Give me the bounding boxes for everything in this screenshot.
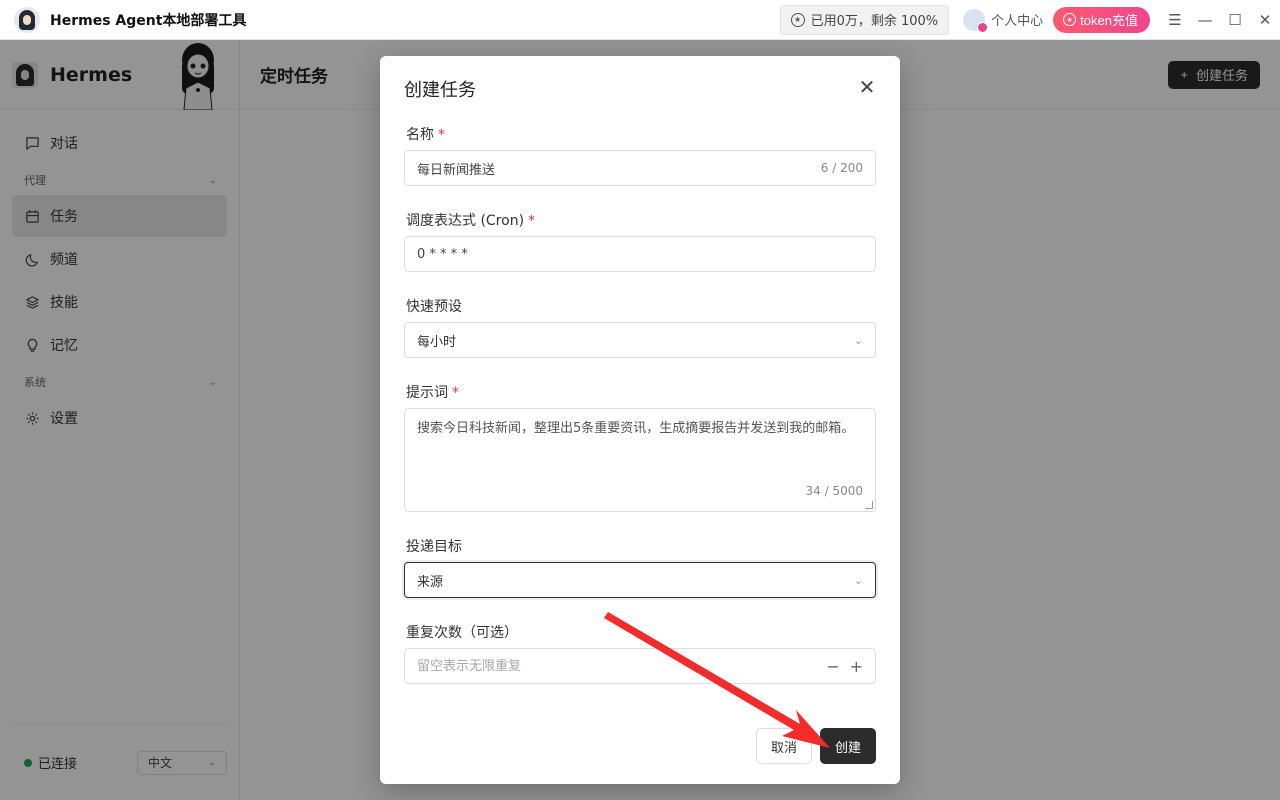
prompt-counter: 34 / 5000 — [805, 484, 863, 498]
chevron-down-icon: ⌄ — [853, 573, 863, 587]
token-recharge-label: token充值 — [1080, 13, 1138, 28]
close-icon[interactable]: ✕ — [856, 75, 878, 99]
repeat-label: 重复次数（可选） — [406, 625, 518, 641]
star-icon: ★ — [1063, 13, 1077, 26]
cron-input[interactable] — [417, 246, 863, 262]
maximize-icon[interactable]: ☐ — [1220, 0, 1250, 40]
menu-icon[interactable]: ☰ — [1160, 0, 1190, 40]
dialog-title: 创建任务 — [404, 80, 476, 101]
plus-icon[interactable]: + — [850, 657, 863, 676]
target-select[interactable]: 来源 ⌄ — [404, 562, 876, 598]
annotation-arrow — [604, 612, 830, 748]
prompt-textarea[interactable]: 搜索今日科技新闻，整理出5条重要资讯，生成摘要报告并发送到我的邮箱。 34 / … — [404, 408, 876, 512]
title-bar-actions: ★ 已用0万，剩余 100% 个人中心 ★ token充值 ☰ — ☐ ✕ — [779, 0, 1280, 40]
target-label: 投递目标 — [406, 539, 462, 555]
avatar — [963, 8, 989, 33]
preset-value: 每小时 — [417, 334, 457, 350]
preset-select[interactable]: 每小时 ⌄ — [404, 322, 876, 358]
target-value: 来源 — [417, 574, 444, 590]
cron-label: 调度表达式 (Cron) * — [406, 213, 536, 229]
usage-text: 已用0万，剩余 100% — [810, 14, 939, 29]
user-center-label: 个人中心 — [991, 14, 1044, 29]
user-center-link[interactable]: 个人中心 — [963, 8, 1044, 33]
star-icon: ★ — [790, 12, 805, 27]
prompt-label: 提示词 * — [406, 385, 459, 401]
preset-label: 快速预设 — [406, 299, 462, 315]
chevron-down-icon: ⌄ — [853, 333, 863, 347]
name-counter: 6 / 200 — [820, 161, 863, 175]
name-input[interactable] — [417, 160, 813, 176]
prompt-text: 搜索今日科技新闻，整理出5条重要资讯，生成摘要报告并发送到我的邮箱。 — [417, 421, 855, 436]
title-bar: Hermes Agent本地部署工具 ★ 已用0万，剩余 100% 个人中心 ★… — [0, 0, 1280, 40]
token-recharge-button[interactable]: ★ token充值 — [1053, 6, 1150, 33]
name-field[interactable]: 6 / 200 — [404, 150, 876, 186]
usage-indicator[interactable]: ★ 已用0万，剩余 100% — [779, 4, 950, 35]
app-title: Hermes Agent本地部署工具 — [50, 12, 247, 29]
name-label: 名称 * — [406, 127, 445, 143]
resize-handle[interactable] — [865, 501, 873, 509]
app-logo — [14, 6, 40, 33]
minimize-icon[interactable]: — — [1190, 0, 1220, 40]
cron-field[interactable] — [404, 236, 876, 272]
close-window-icon[interactable]: ✕ — [1250, 0, 1280, 40]
